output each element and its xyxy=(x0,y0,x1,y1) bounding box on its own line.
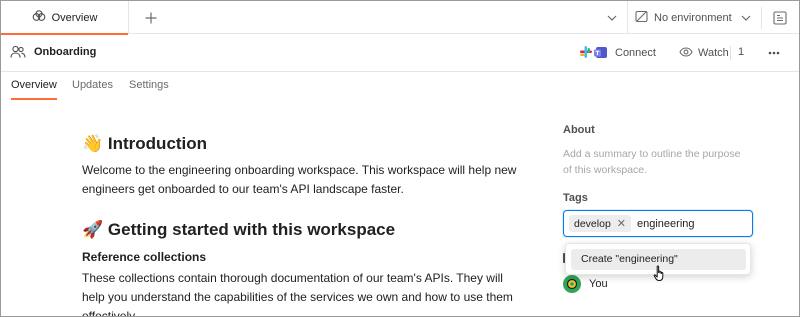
slack-teams-icon xyxy=(579,45,609,62)
watch-label: Watch xyxy=(698,47,729,59)
tag-chip: develop ✕ xyxy=(569,215,631,232)
watch-count[interactable]: 1 xyxy=(738,46,744,58)
tags-input[interactable]: develop ✕ engineering xyxy=(563,210,753,237)
more-options-icon[interactable] xyxy=(765,46,783,60)
reference-collections-heading: Reference collections xyxy=(82,250,207,264)
subtab-updates[interactable]: Updates xyxy=(72,79,113,91)
app-window: Overview No environment Onboarding Conne… xyxy=(0,0,800,317)
tag-input-text[interactable]: engineering xyxy=(637,218,695,230)
tabs-overflow-chevron-down-icon[interactable] xyxy=(604,10,620,26)
workspace-name: Onboarding xyxy=(34,46,97,58)
subtab-overview[interactable]: Overview xyxy=(11,79,57,100)
workspace-subtabs: Overview Updates Settings xyxy=(1,72,799,100)
contributor-you: You xyxy=(563,274,608,294)
tab-label: Overview xyxy=(51,11,98,24)
environment-quick-look-icon[interactable] xyxy=(771,9,789,27)
no-environment-icon xyxy=(635,10,648,26)
contributor-name: You xyxy=(589,278,608,290)
chevron-down-icon xyxy=(741,10,751,29)
getting-started-heading-text: Getting started with this workspace xyxy=(107,220,396,239)
tags-title: Tags xyxy=(563,192,588,204)
intro-heading: 👋 Introduction xyxy=(82,134,207,154)
tag-chip-label: develop xyxy=(574,217,611,230)
workspace-header: Onboarding Connect Watch 1 xyxy=(1,34,799,72)
environment-label: No environment xyxy=(654,12,732,24)
tab-overview[interactable]: Overview xyxy=(1,1,129,35)
hand-pointer-cursor-icon xyxy=(653,265,667,287)
reference-collections-paragraph: These collections contain thorough docum… xyxy=(82,271,513,317)
eye-icon xyxy=(679,46,693,60)
divider xyxy=(761,7,762,29)
watch-button[interactable]: Watch xyxy=(679,43,729,63)
intro-heading-text: Introduction xyxy=(107,134,208,153)
connect-label: Connect xyxy=(615,47,656,59)
avatar xyxy=(563,275,581,293)
divider xyxy=(627,1,628,34)
about-title: About xyxy=(563,124,595,136)
getting-started-heading: 🚀 Getting started with this workspace xyxy=(82,220,395,240)
waving-hand-emoji: 👋 xyxy=(82,134,104,153)
connect-button[interactable]: Connect xyxy=(579,43,656,63)
tab-bar: Overview No environment xyxy=(1,1,799,35)
rocket-emoji: 🚀 xyxy=(82,220,104,239)
new-tab-plus-icon[interactable] xyxy=(141,8,161,28)
remove-tag-close-icon[interactable]: ✕ xyxy=(617,217,626,230)
subtab-settings[interactable]: Settings xyxy=(129,79,169,91)
team-icon xyxy=(10,45,26,64)
workspace-icon xyxy=(32,10,52,25)
intro-paragraph: Welcome to the engineering onboarding wo… xyxy=(82,163,517,196)
environment-select[interactable]: No environment xyxy=(635,7,753,29)
divider xyxy=(730,46,731,60)
about-summary-placeholder[interactable]: Add a summary to outline the purpose of … xyxy=(563,146,743,178)
